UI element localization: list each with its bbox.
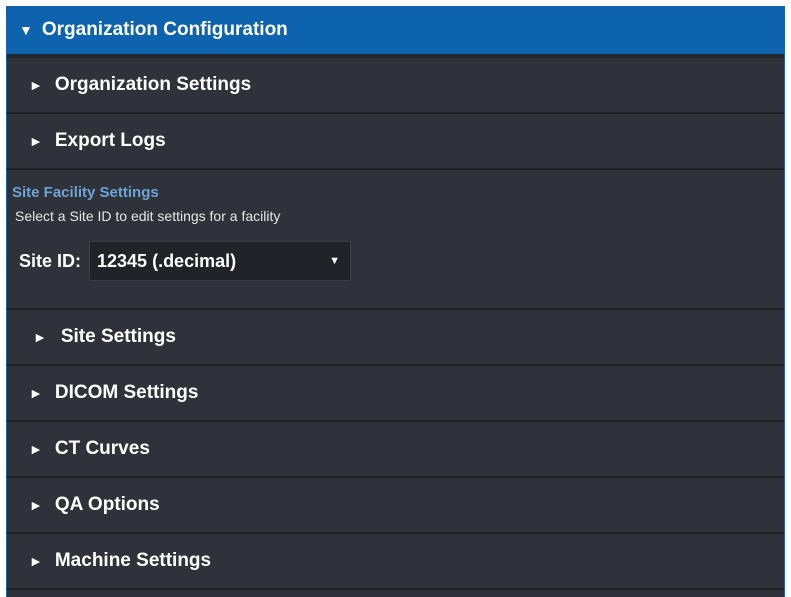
site-id-select[interactable]: 12345 (.decimal) ▼ xyxy=(89,241,352,281)
section-organization-settings[interactable]: ► Organization Settings xyxy=(7,58,784,114)
triangle-down-icon: ▼ xyxy=(19,22,33,38)
site-facility-title: Site Facility Settings xyxy=(12,184,159,201)
section-label: Export Logs xyxy=(54,130,166,151)
section-ct-curves[interactable]: ► CT Curves xyxy=(7,422,784,478)
site-id-label: Site ID: xyxy=(19,250,82,271)
section-label: Machine Settings xyxy=(54,550,212,571)
triangle-right-icon: ► xyxy=(29,385,43,401)
section-machine-settings[interactable]: ► Machine Settings xyxy=(7,534,784,590)
site-facility-settings: Site Facility Settings Select a Site ID … xyxy=(7,170,784,310)
triangle-right-icon: ► xyxy=(33,329,47,345)
section-label: DICOM Settings xyxy=(54,382,199,403)
section-label: QA Options xyxy=(54,494,160,515)
section-label: Site Settings xyxy=(60,326,176,347)
section-label: CT Curves xyxy=(54,438,150,459)
organization-configuration-panel: ▼ Organization Configuration ► Organizat… xyxy=(6,6,785,597)
organization-configuration-header[interactable]: ▼ Organization Configuration xyxy=(7,6,784,58)
section-qa-options[interactable]: ► QA Options xyxy=(7,478,784,534)
section-label: Organization Settings xyxy=(54,74,252,95)
section-dicom-settings[interactable]: ► DICOM Settings xyxy=(7,366,784,422)
section-export-logs[interactable]: ► Export Logs xyxy=(7,114,784,170)
site-id-value: 12345 (.decimal) xyxy=(97,250,237,271)
triangle-right-icon: ► xyxy=(29,133,43,149)
triangle-right-icon: ► xyxy=(29,77,43,93)
header-title: Organization Configuration xyxy=(41,19,288,40)
section-site-settings[interactable]: ► Site Settings xyxy=(7,310,784,366)
chevron-down-icon: ▼ xyxy=(329,255,341,267)
site-facility-description: Select a Site ID to edit settings for a … xyxy=(15,208,281,224)
triangle-right-icon: ► xyxy=(29,553,43,569)
triangle-right-icon: ► xyxy=(29,497,43,513)
triangle-right-icon: ► xyxy=(29,441,43,457)
site-id-row: Site ID: 12345 (.decimal) ▼ xyxy=(19,241,784,281)
